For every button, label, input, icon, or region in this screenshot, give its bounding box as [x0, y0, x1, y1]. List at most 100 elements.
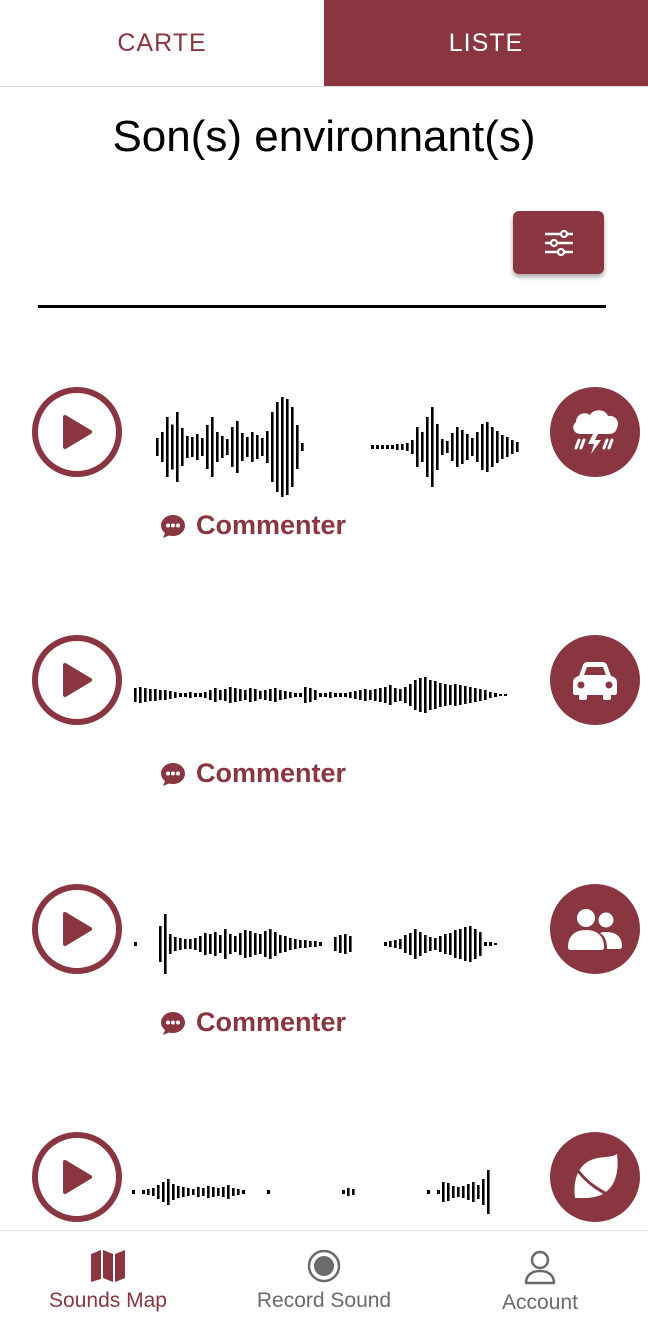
- waveform-bar: [191, 437, 194, 457]
- waveform-bar: [154, 689, 157, 701]
- waveform-bar: [487, 1170, 490, 1214]
- waveform-bar: [231, 427, 234, 467]
- waveform-bar: [389, 941, 392, 947]
- waveform-bar: [181, 428, 184, 466]
- waveform-bar: [419, 678, 422, 712]
- comment-icon: [161, 514, 185, 538]
- waveform-bar: [309, 941, 312, 947]
- tab-carte[interactable]: CARTE: [0, 0, 324, 86]
- play-button[interactable]: [32, 1132, 122, 1222]
- waveform-bar: [494, 943, 497, 945]
- waveform-bar: [489, 942, 492, 946]
- waveform-bar: [399, 939, 402, 949]
- waveform-bar: [224, 689, 227, 701]
- waveform-bar: [142, 1190, 145, 1194]
- waveform-bar: [349, 936, 352, 952]
- waveform-bar: [516, 442, 519, 452]
- waveform-bar: [281, 397, 284, 497]
- waveform-bar: [314, 941, 317, 947]
- filter-button[interactable]: [513, 211, 604, 274]
- sliders-icon: [544, 229, 573, 256]
- waveform-bar: [494, 693, 497, 697]
- comment-link[interactable]: Commenter: [160, 510, 346, 541]
- tab-liste[interactable]: LISTE: [324, 0, 648, 86]
- waveform-bar: [166, 417, 169, 477]
- waveform-bar: [449, 933, 452, 955]
- waveform-bar: [459, 685, 462, 705]
- waveform-bar: [274, 932, 277, 956]
- waveform-bar: [279, 690, 282, 700]
- waveform-bar: [134, 688, 137, 702]
- waveform-bar: [184, 939, 187, 949]
- waveform-bar: [279, 935, 282, 953]
- waveform-bar: [324, 693, 327, 697]
- waveform-bar: [164, 914, 167, 974]
- waveform-bar: [449, 685, 452, 705]
- comment-link[interactable]: Commenter: [160, 1007, 346, 1038]
- waveform-bar: [207, 1186, 210, 1198]
- waveform-bar: [294, 939, 297, 949]
- waveform-bar: [196, 434, 199, 460]
- people-icon: [568, 909, 622, 950]
- waveform-bar: [237, 1189, 240, 1195]
- waveform-bar: [139, 687, 142, 703]
- waveform-bar: [251, 432, 254, 462]
- person-icon: [524, 1250, 556, 1285]
- waveform-bar: [299, 693, 302, 697]
- waveform-bar: [182, 1187, 185, 1197]
- waveform-bar: [152, 1188, 155, 1196]
- waveform-bar: [379, 688, 382, 702]
- waveform-bar: [416, 427, 419, 467]
- waveform-bar: [482, 1179, 485, 1205]
- waveform: [156, 397, 519, 497]
- waveform-bar: [259, 934, 262, 954]
- waveform-bar: [371, 445, 374, 449]
- category-car: [550, 635, 640, 725]
- waveform-bar: [189, 939, 192, 949]
- waveform-bar: [439, 936, 442, 952]
- waveform-bar: [431, 407, 434, 487]
- waveform-bar: [169, 691, 172, 699]
- waveform-bar: [391, 445, 394, 449]
- waveform-bar: [384, 942, 387, 946]
- waveform-bar: [267, 1190, 270, 1194]
- play-button[interactable]: [32, 387, 122, 477]
- waveform-bar: [156, 438, 159, 456]
- sound-item: Commenter: [0, 628, 648, 788]
- divider: [38, 305, 606, 308]
- waveform-bar: [167, 1179, 170, 1205]
- comment-link[interactable]: Commenter: [160, 758, 346, 789]
- leaf-icon: [574, 1154, 618, 1200]
- waveform-bar: [159, 926, 162, 962]
- play-button[interactable]: [32, 635, 122, 725]
- sound-item: [0, 1125, 648, 1230]
- waveform-bar: [404, 935, 407, 953]
- waveform-bar: [467, 1184, 470, 1200]
- waveform-bar: [374, 689, 377, 701]
- waveform-bar: [479, 932, 482, 956]
- waveform-bar: [299, 940, 302, 948]
- nav-account[interactable]: Account: [432, 1231, 648, 1332]
- waveform-bar: [296, 425, 299, 469]
- waveform-bar: [451, 433, 454, 461]
- waveform-bar: [364, 689, 367, 701]
- waveform-bar: [456, 427, 459, 467]
- nav-record-sound[interactable]: Record Sound: [216, 1231, 432, 1332]
- waveform-bar: [144, 688, 147, 702]
- waveform-bar: [484, 942, 487, 946]
- play-button[interactable]: [32, 884, 122, 974]
- waveform-bar: [466, 434, 469, 460]
- waveform-bar: [384, 687, 387, 703]
- waveform-bar: [347, 1188, 350, 1196]
- view-tabs: CARTE LISTE: [0, 0, 648, 87]
- waveform-bar: [219, 690, 222, 700]
- waveform-bar: [409, 933, 412, 955]
- waveform-bar: [469, 926, 472, 962]
- nav-sounds-map[interactable]: Sounds Map: [0, 1231, 216, 1332]
- waveform-bar: [476, 432, 479, 462]
- waveform-bar: [504, 694, 507, 696]
- waveform-bar: [291, 407, 294, 487]
- waveform-bar: [396, 444, 399, 450]
- waveform-bar: [194, 693, 197, 697]
- waveform-bar: [164, 690, 167, 700]
